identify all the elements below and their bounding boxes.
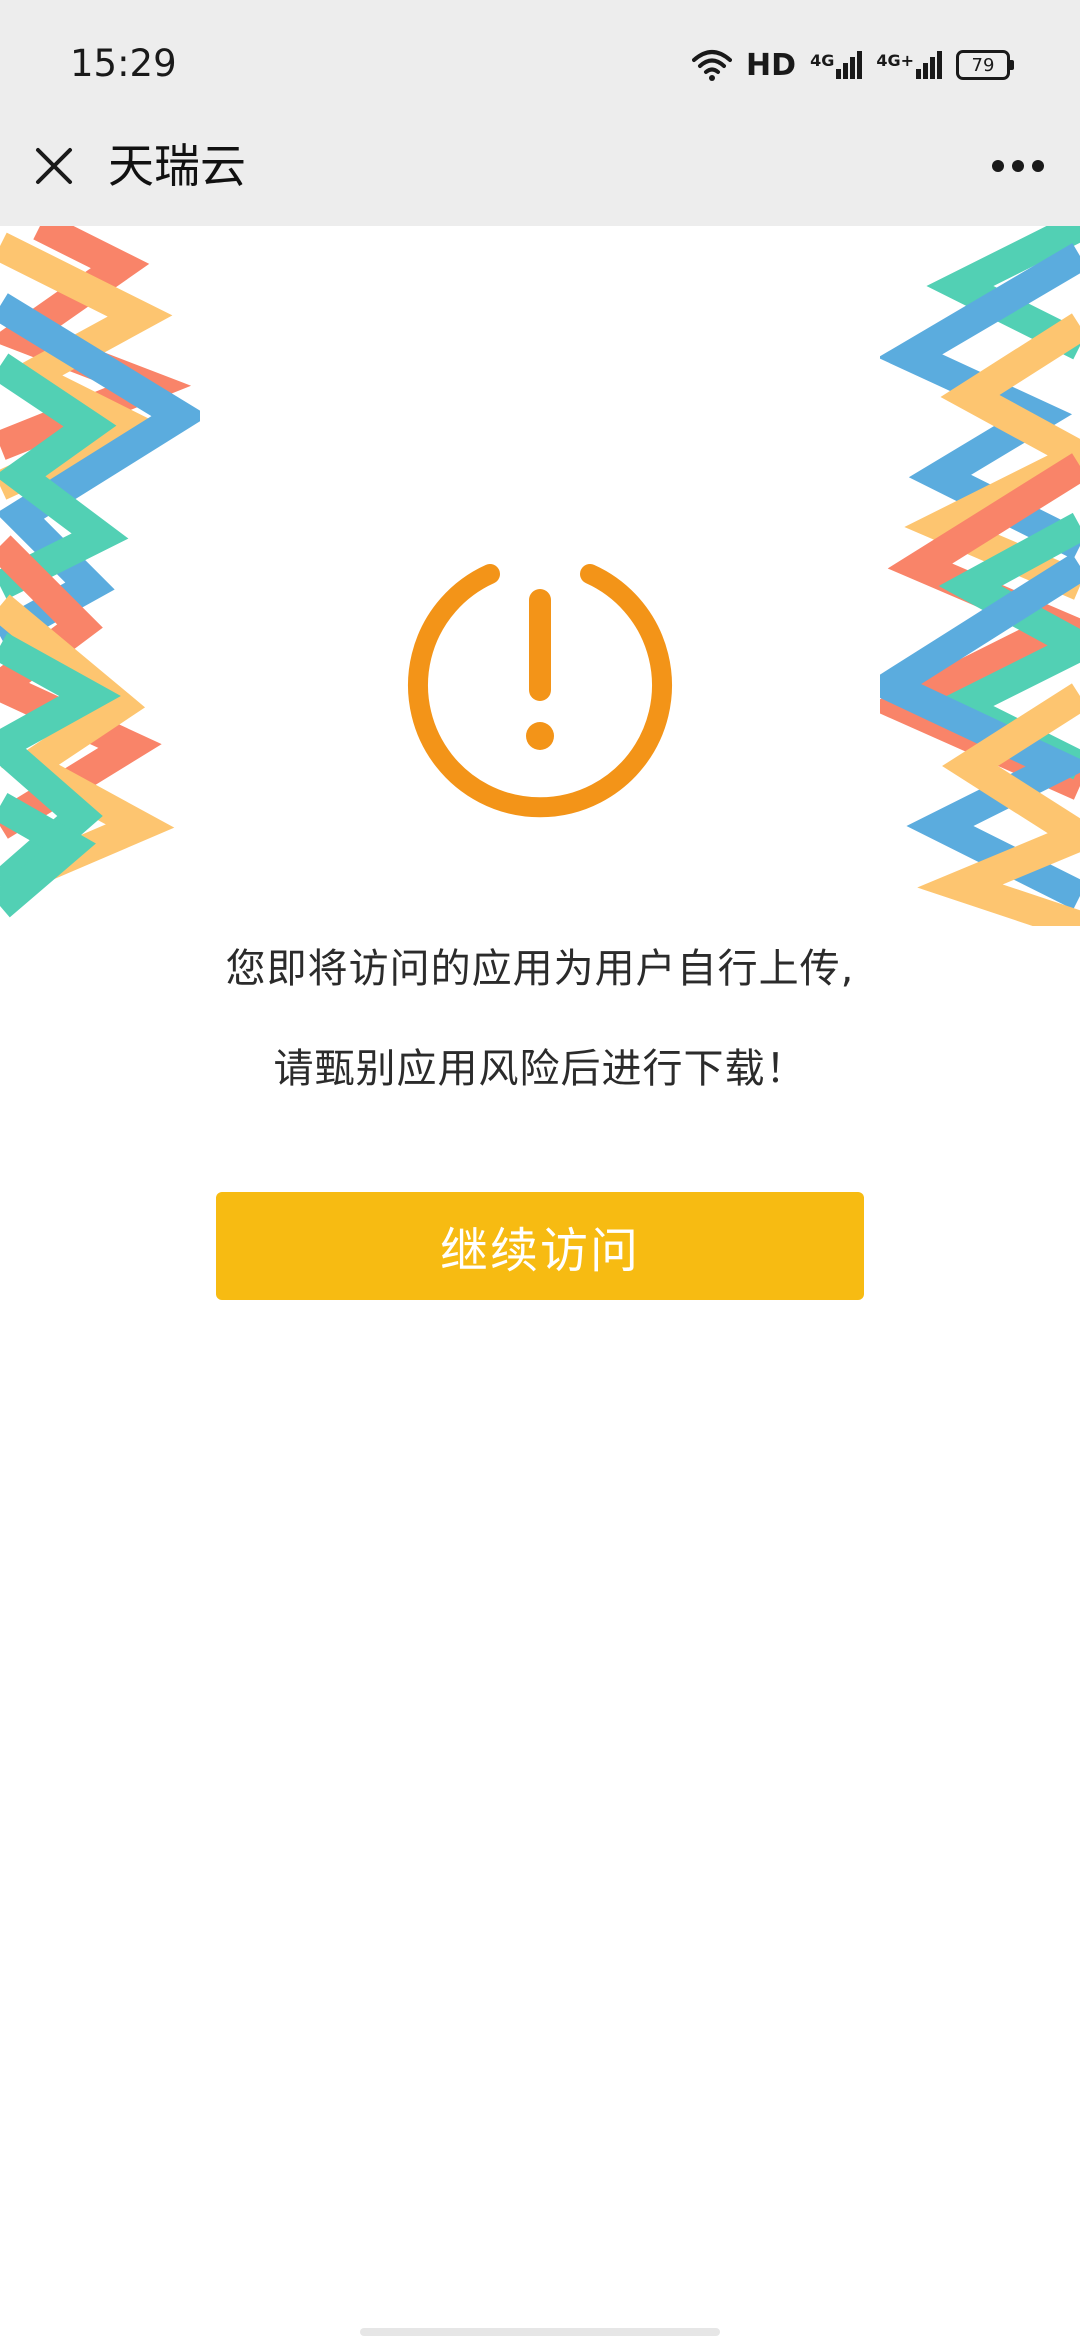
nav-bar: 天瑞云 — [0, 128, 1080, 226]
more-button[interactable] — [986, 138, 1050, 194]
close-button[interactable] — [26, 138, 82, 194]
continue-visit-label: 继续访问 — [439, 1223, 640, 1279]
signal-1-icon: 4G — [810, 51, 863, 79]
status-icons: HD 4G 4G+ 79 — [692, 40, 1014, 90]
signal-2-icon: 4G+ — [876, 51, 942, 79]
battery-level: 79 — [971, 54, 995, 76]
hd-label: HD — [746, 47, 797, 83]
decorative-ribbons-left — [0, 226, 200, 918]
close-icon — [36, 148, 72, 184]
warning-message-line-1: 您即将访问的应用为用户自行上传, — [225, 946, 855, 992]
wifi-icon — [692, 50, 733, 81]
page-title: 天瑞云 — [108, 139, 246, 193]
signal-2-label: 4G+ — [876, 51, 914, 70]
continue-visit-button[interactable]: 继续访问 — [216, 1192, 864, 1300]
signal-1-label: 4G — [810, 51, 835, 70]
battery-icon: 79 — [956, 50, 1014, 80]
more-icon — [992, 160, 1044, 172]
warning-message-line-2: 请甄别应用风险后进行下载！ — [273, 1046, 807, 1092]
status-time: 15:29 — [70, 42, 177, 85]
warning-icon — [408, 564, 672, 818]
decorative-ribbons-right — [880, 226, 1080, 926]
status-bar: 15:29 HD 4G 4G+ 79 — [0, 0, 1080, 128]
content-area: 您即将访问的应用为用户自行上传, 请甄别应用风险后进行下载！ 继续访问 — [0, 226, 1080, 2340]
home-indicator[interactable] — [360, 2328, 720, 2336]
